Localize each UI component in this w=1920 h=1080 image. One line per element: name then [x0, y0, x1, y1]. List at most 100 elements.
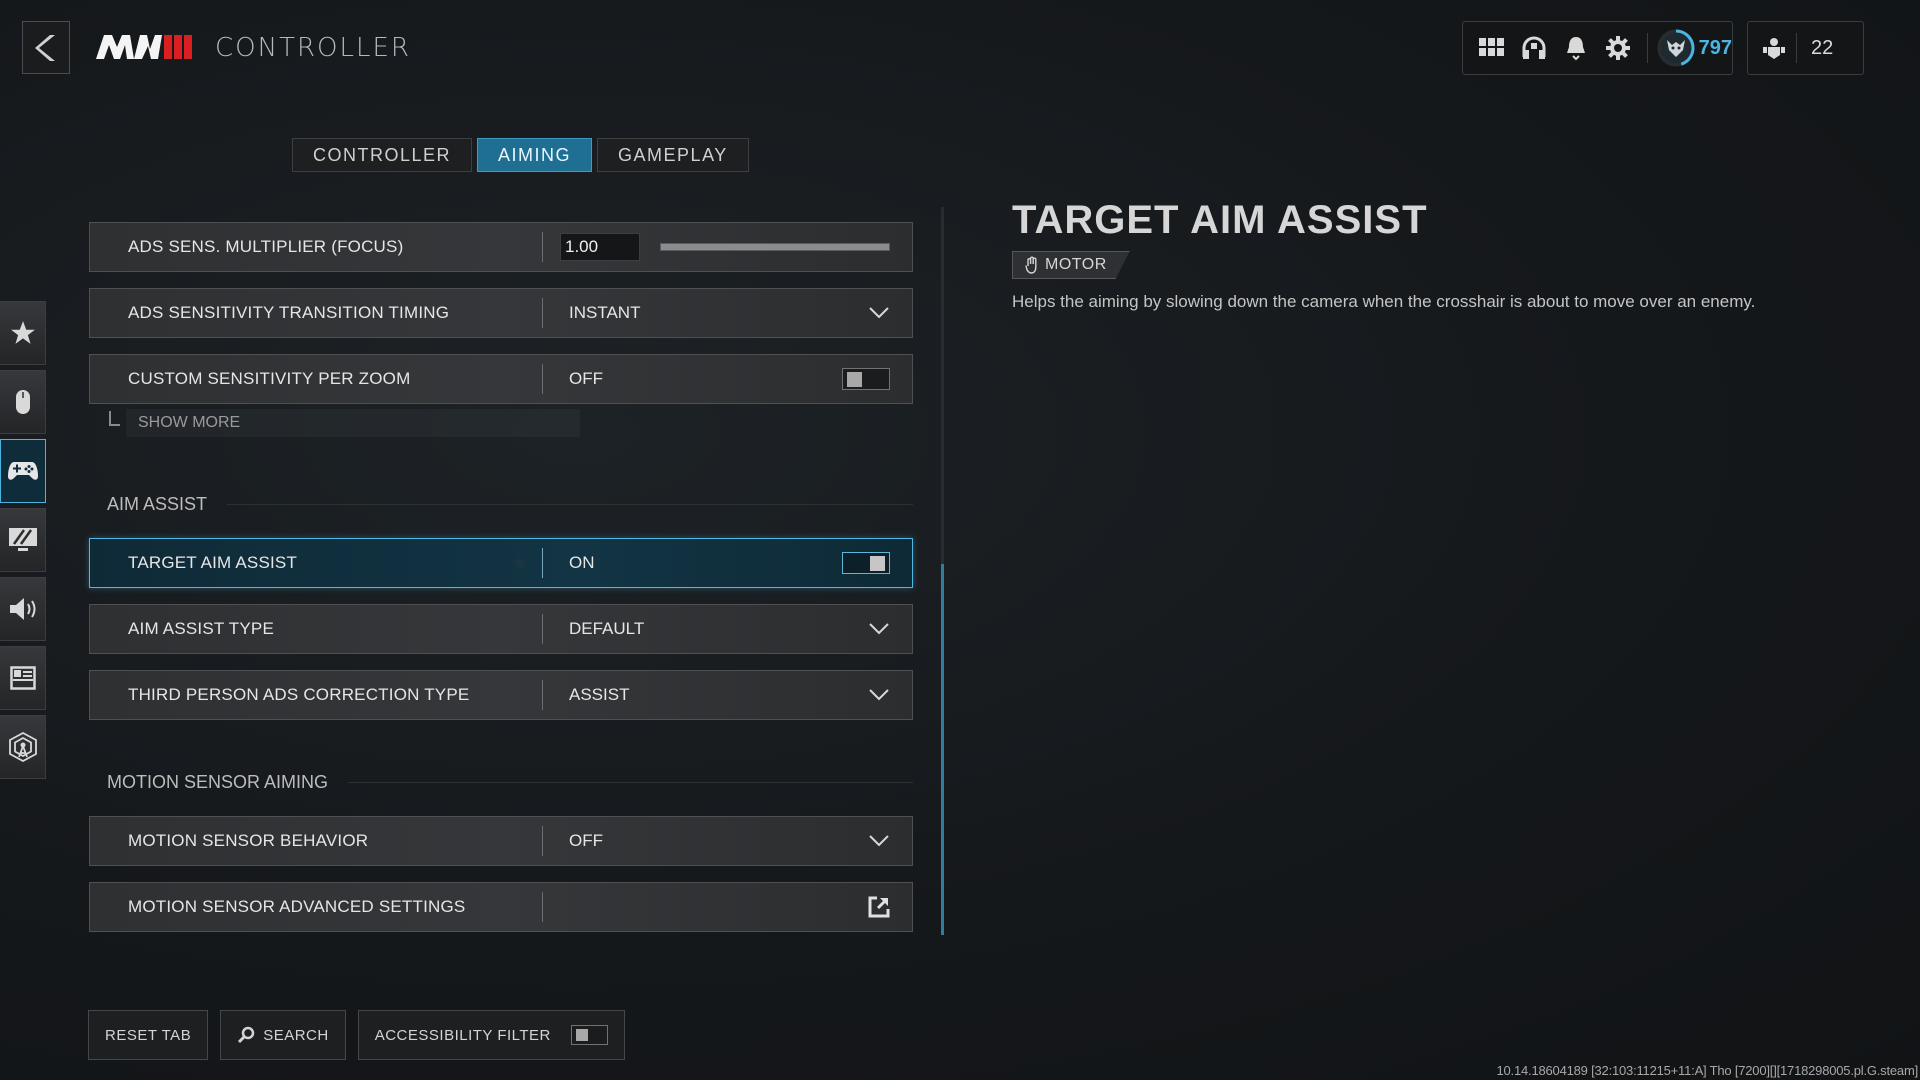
sidebar-item-audio[interactable]: [0, 577, 46, 641]
section-divider: [348, 782, 913, 783]
setting-row-ads-sens-multiplier[interactable]: ADS SENS. MULTIPLIER (FOCUS) 1.00: [89, 222, 913, 272]
sidebar-item-graphics[interactable]: [0, 508, 46, 572]
friends-divider: [1796, 33, 1797, 63]
section-title: MOTION SENSOR AIMING: [107, 772, 329, 792]
accessibility-filter-button[interactable]: ACCESSIBILITY FILTER: [357, 1010, 625, 1060]
sidebar-item-network[interactable]: [0, 715, 46, 779]
sidebar-item-favorites[interactable]: [0, 301, 46, 365]
notifications-button[interactable]: [1555, 26, 1597, 70]
search-label: SEARCH: [263, 1026, 329, 1044]
setting-row-custom-sens-per-zoom[interactable]: CUSTOM SENSITIVITY PER ZOOM OFF: [89, 354, 913, 404]
setting-row-ads-transition-timing[interactable]: ADS SENSITIVITY TRANSITION TIMING INSTAN…: [89, 288, 913, 338]
setting-label: MOTION SENSOR ADVANCED SETTINGS: [128, 897, 466, 916]
setting-value[interactable]: OFF: [543, 817, 912, 865]
ads-sens-multiplier-slider[interactable]: [660, 243, 890, 251]
setting-label: MOTION SENSOR BEHAVIOR: [128, 831, 369, 850]
category-tag: MOTOR: [1012, 251, 1130, 279]
chevron-down-icon: [869, 623, 889, 635]
topbar-divider: [1647, 33, 1649, 63]
setting-row-aim-assist-type[interactable]: AIM ASSIST TYPE DEFAULT: [89, 604, 913, 654]
section-divider: [227, 504, 913, 505]
setting-row-target-aim-assist[interactable]: TARGET AIM ASSIST ON: [89, 538, 913, 588]
scrollbar-thumb[interactable]: [941, 563, 944, 935]
bottom-action-bar: RESET TAB SEARCH ACCESSIBILITY FILTER: [88, 1010, 625, 1060]
party-audio-button[interactable]: [1513, 26, 1555, 70]
search-button[interactable]: SEARCH: [220, 1010, 346, 1060]
detail-title: TARGET AIM ASSIST: [1012, 198, 1428, 242]
network-icon: [8, 732, 37, 762]
slider-fill: [661, 244, 889, 250]
display-icon: [8, 528, 37, 551]
setting-value-area: 1.00: [543, 223, 912, 271]
setting-value: OFF: [543, 355, 912, 403]
mouse-icon: [15, 390, 30, 414]
dropdown-value: OFF: [569, 831, 603, 850]
category-tag-label: MOTOR: [1045, 256, 1107, 273]
friends-button[interactable]: [1756, 26, 1792, 70]
accessibility-filter-toggle[interactable]: [570, 1025, 608, 1045]
sidebar-item-mouse-keyboard[interactable]: [0, 370, 46, 434]
settings-tabs: CONTROLLER AIMING GAMEPLAY: [292, 138, 749, 172]
rank-badge[interactable]: [1656, 26, 1696, 70]
toggle-knob: [847, 372, 862, 387]
setting-label-text: TARGET AIM ASSIST: [128, 553, 298, 572]
reset-tab-label: RESET TAB: [105, 1026, 192, 1044]
headset-icon: [1522, 36, 1546, 59]
sidebar-item-interface[interactable]: [0, 646, 46, 710]
setting-row-third-person-ads-correction[interactable]: THIRD PERSON ADS CORRECTION TYPE ASSIST: [89, 670, 913, 720]
toggle-knob: [870, 556, 885, 571]
tab-aiming[interactable]: AIMING: [477, 138, 593, 172]
tab-controller[interactable]: CONTROLLER: [292, 138, 473, 172]
accessibility-filter-label: ACCESSIBILITY FILTER: [374, 1026, 551, 1044]
topbar-utilities: 797: [1462, 21, 1733, 75]
speaker-icon: [9, 598, 35, 620]
friends-online-count: 22: [1811, 36, 1834, 59]
detail-description: Helps the aiming by slowing down the cam…: [1012, 292, 1756, 311]
chevron-down-icon: [869, 689, 889, 701]
bell-icon: [1567, 37, 1586, 61]
settings-button[interactable]: [1597, 26, 1639, 70]
hand-icon: [1025, 256, 1037, 274]
star-icon: [10, 321, 35, 344]
external-link-icon: [868, 896, 890, 918]
back-button[interactable]: [22, 21, 70, 74]
setting-value[interactable]: INSTANT: [543, 289, 912, 337]
setting-label: ADS SENS. MULTIPLIER (FOCUS): [128, 237, 404, 256]
setting-label: ADS SENSITIVITY TRANSITION TIMING: [128, 303, 450, 322]
tree-branch-icon: [109, 411, 120, 426]
custom-sens-toggle[interactable]: [842, 368, 890, 390]
section-header-motion-sensor-aiming: MOTION SENSOR AIMING: [107, 772, 913, 793]
friends-icon: [1763, 38, 1785, 59]
sidebar-item-controller[interactable]: [0, 439, 46, 503]
chevron-left-icon: [35, 34, 55, 61]
setting-label: CUSTOM SENSITIVITY PER ZOOM: [128, 369, 411, 388]
gamepad-icon: [8, 462, 38, 480]
search-icon: [238, 1026, 255, 1044]
section-header-aim-assist: AIM ASSIST: [107, 494, 913, 515]
settings-scrollbar[interactable]: [941, 207, 944, 935]
setting-detail-panel: TARGET AIM ASSIST MOTOR Helps the aiming…: [1012, 198, 1832, 314]
ads-sens-multiplier-input[interactable]: 1.00: [560, 233, 640, 261]
target-aim-assist-toggle[interactable]: [842, 552, 890, 574]
section-title: AIM ASSIST: [107, 494, 208, 514]
setting-value[interactable]: DEFAULT: [543, 605, 912, 653]
tab-gameplay[interactable]: GAMEPLAY: [597, 138, 749, 172]
dropdown-value: INSTANT: [569, 303, 641, 322]
interface-icon: [9, 666, 36, 690]
toggle-state: OFF: [569, 369, 603, 388]
toggle-state: ON: [569, 553, 595, 572]
apps-button[interactable]: [1471, 26, 1513, 70]
friends-group[interactable]: 22: [1747, 21, 1864, 75]
build-version-info: 10.14.18604189 [32:103:11215+11:A] Tho […: [1496, 1063, 1919, 1078]
setting-row-motion-sensor-behavior[interactable]: MOTION SENSOR BEHAVIOR OFF: [89, 816, 913, 866]
chevron-down-icon: [869, 307, 889, 319]
setting-row-motion-sensor-advanced[interactable]: MOTION SENSOR ADVANCED SETTINGS: [89, 882, 913, 932]
favorite-star-icon[interactable]: [512, 555, 528, 571]
dropdown-value: DEFAULT: [569, 619, 645, 638]
setting-value[interactable]: [543, 883, 912, 931]
reset-tab-button[interactable]: RESET TAB: [88, 1010, 209, 1060]
setting-value[interactable]: ASSIST: [543, 671, 912, 719]
setting-label: AIM ASSIST TYPE: [128, 619, 274, 638]
show-more-button[interactable]: SHOW MORE: [126, 409, 580, 437]
game-logo: [96, 33, 196, 61]
